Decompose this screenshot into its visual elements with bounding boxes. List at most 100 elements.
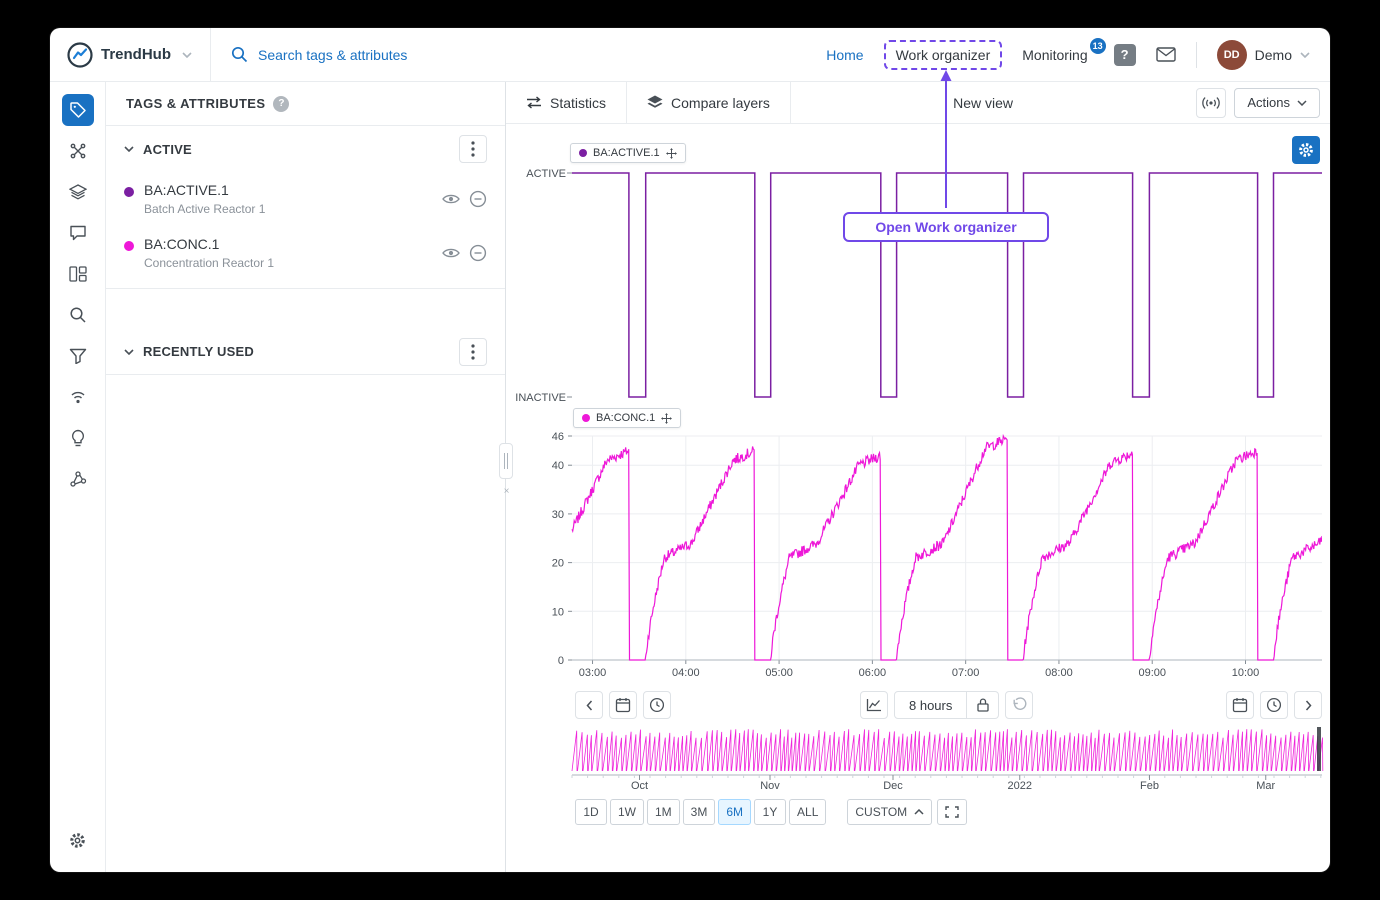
user-menu[interactable]: DD Demo xyxy=(1217,40,1310,70)
broadcast-icon[interactable] xyxy=(1196,88,1226,118)
svg-text:20: 20 xyxy=(552,558,564,570)
user-chevron-down-icon xyxy=(1300,52,1310,58)
visibility-eye-icon[interactable] xyxy=(442,193,460,205)
header-right: Home Work organizer Monitoring 13 ? DD D… xyxy=(826,40,1330,70)
svg-text:0: 0 xyxy=(558,655,564,667)
panel-resize-handle[interactable] xyxy=(499,443,513,479)
duration-value[interactable]: 8 hours xyxy=(894,691,967,719)
move-handle-icon[interactable] xyxy=(661,413,672,424)
comments-icon[interactable] xyxy=(62,217,94,249)
chart-settings-gear-icon[interactable] xyxy=(1292,136,1320,164)
nav-work-organizer[interactable]: Work organizer xyxy=(884,40,1003,70)
zoom-range-bar: 1D 1W 1M 3M 6M 1Y ALL CUSTOM xyxy=(506,793,1330,837)
fit-selection-icon[interactable] xyxy=(937,799,967,825)
end-date-calendar-icon[interactable] xyxy=(1226,691,1254,719)
svg-text:46: 46 xyxy=(552,431,564,443)
tag-name: BA:CONC.1 xyxy=(144,236,432,252)
series-chip-label: BA:ACTIVE.1 xyxy=(593,147,660,159)
trendhub-logo-icon xyxy=(66,41,94,69)
svg-text:10: 10 xyxy=(552,606,564,618)
step-forward-chevron-icon[interactable] xyxy=(1294,691,1322,719)
section-menu-button[interactable] xyxy=(459,135,487,163)
live-signal-icon[interactable] xyxy=(62,381,94,413)
annotation-arrow xyxy=(934,70,958,212)
history-undo-icon[interactable] xyxy=(1005,691,1033,719)
custom-label: CUSTOM xyxy=(855,805,907,819)
tab-statistics[interactable]: Statistics xyxy=(506,82,627,123)
start-date-calendar-icon[interactable] xyxy=(609,691,637,719)
zoom-1d-button[interactable]: 1D xyxy=(575,799,607,825)
actions-button[interactable]: Actions xyxy=(1234,88,1320,118)
layers-icon[interactable] xyxy=(62,176,94,208)
section-menu-button[interactable] xyxy=(459,338,487,366)
section-header-active[interactable]: ACTIVE xyxy=(106,126,505,172)
start-time-clock-icon[interactable] xyxy=(643,691,671,719)
machine-learning-icon[interactable] xyxy=(62,463,94,495)
digital-trend-chart[interactable]: ACTIVEINACTIVE xyxy=(506,167,1322,407)
svg-text:09:00: 09:00 xyxy=(1138,667,1166,679)
view-toolbar: Statistics Compare layers New view Actio… xyxy=(506,82,1330,124)
tag-description: Batch Active Reactor 1 xyxy=(144,202,432,216)
zoom-1w-button[interactable]: 1W xyxy=(610,799,644,825)
section-header-recently-used[interactable]: RECENTLY USED xyxy=(106,329,505,375)
svg-text:04:00: 04:00 xyxy=(672,667,700,679)
section-label: RECENTLY USED xyxy=(143,344,254,359)
filter-icon[interactable] xyxy=(62,340,94,372)
app-window: TrendHub Home Work organizer Monitoring … xyxy=(50,28,1330,872)
logo-chevron-down-icon[interactable] xyxy=(182,52,192,58)
zoom-3m-button[interactable]: 3M xyxy=(683,799,716,825)
panel-collapse-button[interactable]: × xyxy=(501,484,512,498)
zoom-1y-button[interactable]: 1Y xyxy=(754,799,786,825)
tag-list-item[interactable]: BA:ACTIVE.1 Batch Active Reactor 1 xyxy=(106,172,505,226)
step-back-chevron-icon[interactable] xyxy=(575,691,603,719)
trend-scale-icon[interactable] xyxy=(860,691,888,719)
move-handle-icon[interactable] xyxy=(666,148,677,159)
search-input[interactable] xyxy=(258,47,538,63)
zoom-6m-button[interactable]: 6M xyxy=(718,799,751,825)
series-chip-label: BA:CONC.1 xyxy=(596,412,655,424)
app-title: TrendHub xyxy=(101,46,171,63)
tab-label: Compare layers xyxy=(671,95,770,111)
recommendations-bulb-icon[interactable] xyxy=(62,422,94,454)
svg-text:08:00: 08:00 xyxy=(1045,667,1073,679)
tags-panel-header: TAGS & ATTRIBUTES ? xyxy=(106,82,505,126)
tag-name: BA:ACTIVE.1 xyxy=(144,182,432,198)
visibility-eye-icon[interactable] xyxy=(442,247,460,259)
header-divider xyxy=(1196,42,1197,68)
nav-home[interactable]: Home xyxy=(826,47,863,63)
zoom-custom-button[interactable]: CUSTOM xyxy=(847,799,932,825)
zoom-all-button[interactable]: ALL xyxy=(789,799,826,825)
tags-icon[interactable] xyxy=(62,94,94,126)
svg-text:10:00: 10:00 xyxy=(1232,667,1260,679)
remove-tag-icon[interactable] xyxy=(469,244,487,262)
rail-search-icon[interactable] xyxy=(62,299,94,331)
active-tag-list: BA:ACTIVE.1 Batch Active Reactor 1 xyxy=(106,172,505,289)
remove-tag-icon[interactable] xyxy=(469,190,487,208)
dashboard-icon[interactable] xyxy=(62,258,94,290)
mail-icon[interactable] xyxy=(1156,47,1176,62)
chart-canvas[interactable]: BA:ACTIVE.1 ACTIVEINACTIVE BA:CONC.1 03:… xyxy=(506,124,1330,689)
components-icon[interactable] xyxy=(62,135,94,167)
settings-gear-icon[interactable] xyxy=(62,824,94,856)
series-chip-active[interactable]: BA:ACTIVE.1 xyxy=(570,143,686,163)
svg-text:Nov: Nov xyxy=(760,780,780,792)
zoom-1m-button[interactable]: 1M xyxy=(647,799,680,825)
series-color-dot xyxy=(124,187,134,197)
end-time-clock-icon[interactable] xyxy=(1260,691,1288,719)
analog-trend-chart[interactable]: 03:0004:0005:0006:0007:0008:0009:0010:00… xyxy=(506,430,1322,680)
tag-list-item[interactable]: BA:CONC.1 Concentration Reactor 1 xyxy=(106,226,505,280)
help-button[interactable]: ? xyxy=(1114,44,1136,66)
tags-panel-title: TAGS & ATTRIBUTES xyxy=(126,96,265,111)
lock-duration-icon[interactable] xyxy=(967,691,999,719)
tab-compare-layers[interactable]: Compare layers xyxy=(627,82,791,123)
context-overview-strip[interactable]: OctNovDec2022FebMar xyxy=(506,725,1330,793)
chevron-down-icon xyxy=(124,146,134,152)
statistics-icon xyxy=(526,96,542,109)
panel-help-icon[interactable]: ? xyxy=(273,96,289,112)
svg-text:03:00: 03:00 xyxy=(579,667,607,679)
series-chip-conc[interactable]: BA:CONC.1 xyxy=(573,408,681,428)
monitoring-badge: 13 xyxy=(1090,38,1106,54)
view-title: New view xyxy=(953,95,1013,111)
nav-monitoring[interactable]: Monitoring 13 xyxy=(1022,47,1093,63)
svg-text:INACTIVE: INACTIVE xyxy=(515,392,566,404)
